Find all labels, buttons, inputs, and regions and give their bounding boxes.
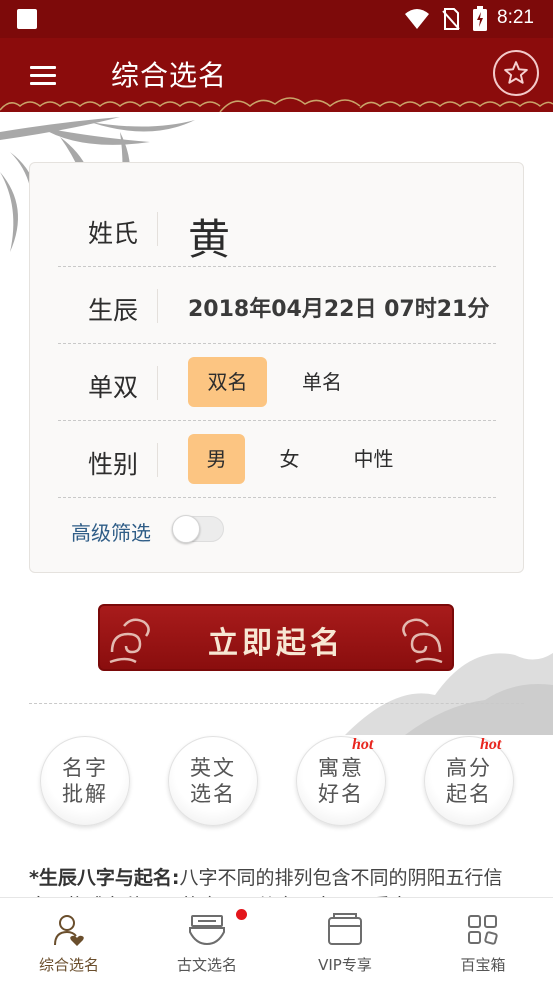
status-bar: 8:21 bbox=[0, 0, 553, 38]
option-male[interactable]: 男 bbox=[188, 434, 245, 484]
wifi-icon bbox=[405, 9, 429, 29]
book-icon bbox=[189, 915, 225, 946]
nav-label: VIP专享 bbox=[318, 956, 372, 974]
hot-badge: hot bbox=[352, 736, 374, 753]
surname-value[interactable]: 黄 bbox=[188, 206, 230, 267]
grid-apps-icon bbox=[468, 915, 498, 945]
start-naming-button[interactable]: 立即起名 bbox=[98, 604, 454, 671]
surname-label: 姓氏 bbox=[88, 219, 139, 248]
hamburger-menu-icon[interactable] bbox=[30, 66, 56, 86]
name-length-row: 单双 双名 单名 bbox=[58, 344, 496, 421]
cloud-pattern-decoration bbox=[0, 97, 553, 112]
nav-label: 古文选名 bbox=[176, 956, 237, 974]
nav-treasure-box[interactable]: 百宝箱 bbox=[414, 898, 552, 983]
birth-row[interactable]: 生辰 2018年04月22日 07时21分 bbox=[58, 267, 496, 344]
feature-line2: 批解 bbox=[62, 782, 108, 806]
advanced-filter-toggle[interactable] bbox=[172, 515, 224, 543]
option-neutral[interactable]: 中性 bbox=[334, 434, 413, 484]
gender-row: 性别 男 女 中性 bbox=[58, 421, 496, 498]
nav-label: 综合选名 bbox=[38, 956, 99, 974]
star-icon bbox=[504, 61, 528, 84]
person-heart-icon bbox=[54, 915, 84, 946]
wallet-icon bbox=[328, 913, 362, 945]
favorite-button[interactable] bbox=[493, 50, 539, 96]
hot-badge: hot bbox=[480, 736, 502, 753]
app-bar: 综合选名 bbox=[0, 38, 553, 112]
nav-vip-exclusive[interactable]: VIP专享 bbox=[276, 898, 414, 983]
feature-line1: 寓意 bbox=[318, 756, 364, 780]
feature-english-name-button[interactable]: 英文 选名 bbox=[168, 736, 258, 826]
feature-line1: 名字 bbox=[62, 756, 108, 780]
feature-line2: 起名 bbox=[446, 782, 492, 806]
status-time: 8:21 bbox=[497, 7, 534, 28]
feature-line2: 选名 bbox=[190, 782, 236, 806]
nav-classical-naming[interactable]: 古文选名 bbox=[138, 898, 276, 983]
feature-line1: 英文 bbox=[190, 756, 236, 780]
feature-line1: 高分 bbox=[446, 756, 492, 780]
gender-label: 性别 bbox=[88, 450, 139, 479]
feature-line2: 好名 bbox=[318, 782, 364, 806]
description-text: *生辰八字与起名:八字不同的排列包含不同的阴阳五行信息，构成各种不同的命局，从命… bbox=[29, 864, 524, 900]
option-female[interactable]: 女 bbox=[261, 434, 318, 484]
description-heading: *生辰八字与起名: bbox=[29, 867, 180, 889]
nav-comprehensive-naming[interactable]: 综合选名 bbox=[0, 898, 138, 983]
bottom-navigation: 综合选名 古文选名 VIP专享 百宝箱 bbox=[0, 897, 553, 983]
nav-label: 百宝箱 bbox=[460, 956, 506, 974]
start-naming-label: 立即起名 bbox=[208, 626, 344, 661]
name-length-label: 单双 bbox=[88, 373, 139, 402]
page-title: 综合选名 bbox=[111, 59, 228, 92]
section-divider bbox=[29, 703, 524, 704]
surname-row[interactable]: 姓氏 黄 bbox=[58, 190, 496, 267]
notification-square-icon bbox=[17, 9, 37, 29]
birth-label: 生辰 bbox=[88, 296, 139, 325]
feature-name-analysis-button[interactable]: 名字 批解 bbox=[40, 736, 130, 826]
no-sim-icon bbox=[442, 8, 460, 30]
option-double-name[interactable]: 双名 bbox=[188, 357, 267, 407]
advanced-filter-label[interactable]: 高级筛选 bbox=[71, 517, 151, 546]
birth-datetime-value[interactable]: 2018年04月22日 07时21分 bbox=[188, 291, 489, 323]
battery-charging-icon bbox=[473, 6, 487, 31]
name-form-card: 姓氏 黄 生辰 2018年04月22日 07时21分 单双 双名 单名 性别 男… bbox=[29, 162, 524, 573]
option-single-name[interactable]: 单名 bbox=[283, 357, 361, 407]
notification-badge bbox=[236, 909, 247, 920]
